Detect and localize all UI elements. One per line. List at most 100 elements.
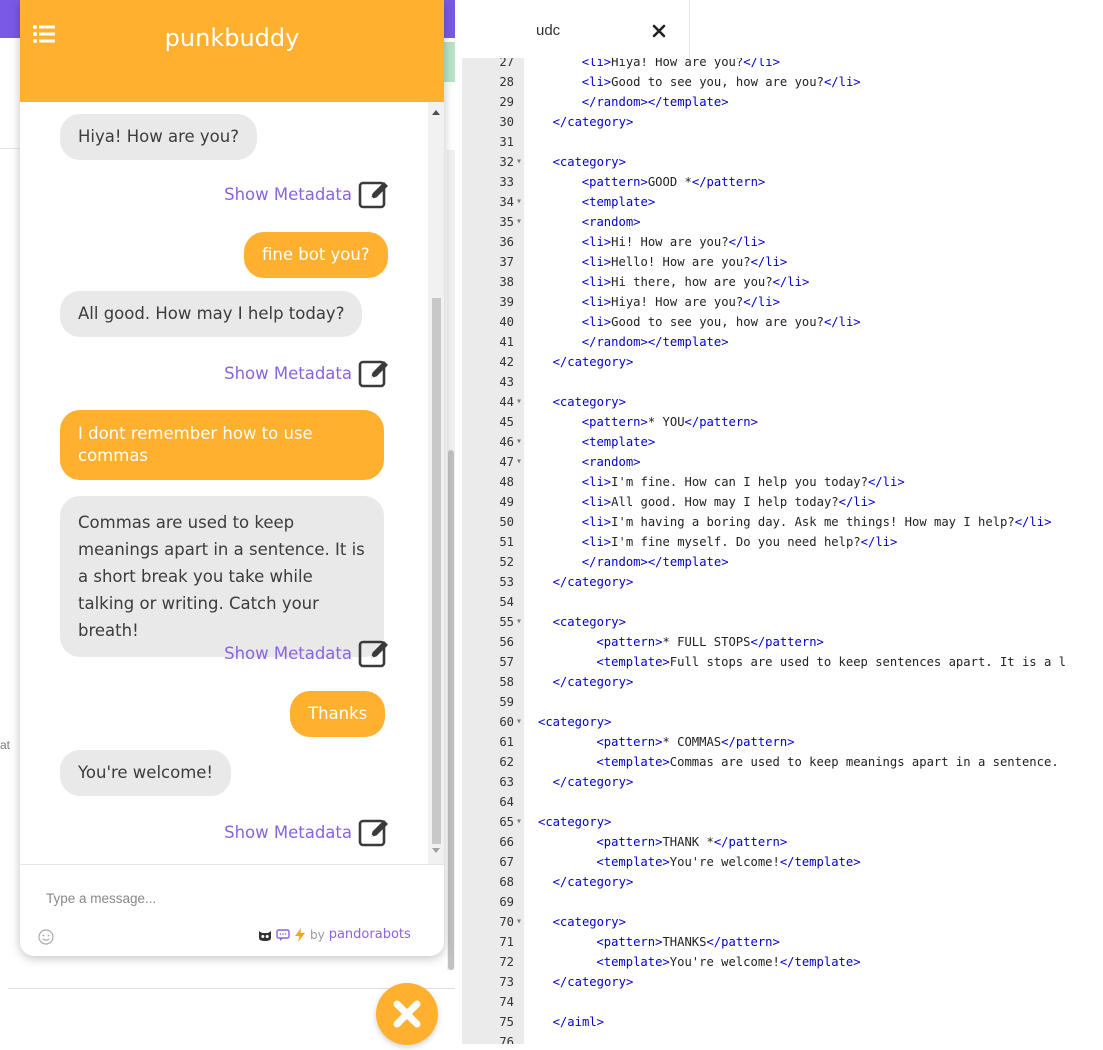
code-line[interactable]: 40 <li>Good to see you, how are you?</li> (462, 312, 1103, 332)
code-line[interactable]: 38 <li>Hi there, how are you?</li> (462, 272, 1103, 292)
editor-tab[interactable]: udc (462, 0, 690, 58)
message-composer: by pandorabots (20, 864, 444, 956)
code-line[interactable]: 65 ▾ <category> (462, 812, 1103, 832)
fold-arrow-icon[interactable]: ▾ (516, 912, 522, 932)
code-line[interactable]: 73 </category> (462, 972, 1103, 992)
fold-arrow-icon[interactable]: ▾ (516, 812, 522, 832)
code-line[interactable]: 32 ▾ <category> (462, 152, 1103, 172)
code-text: </aiml> (552, 1015, 604, 1029)
code-line[interactable]: 35 ▾ <random> (462, 212, 1103, 232)
code-line[interactable]: 72 <template>You're welcome!</template> (462, 952, 1103, 972)
code-line[interactable]: 44 ▾ <category> (462, 392, 1103, 412)
line-number: 74 (499, 995, 514, 1009)
code-text: <li>Hi! How are you?</li> (581, 235, 766, 249)
show-metadata-link[interactable]: Show Metadata (224, 816, 390, 848)
code-text: <pattern>THANK *</pattern> (596, 835, 788, 849)
line-number: 27 (499, 58, 514, 69)
fold-arrow-icon[interactable]: ▾ (516, 612, 522, 632)
message-input[interactable] (46, 887, 416, 909)
close-icon[interactable] (376, 983, 438, 1045)
bot-message: Hiya! How are you? (60, 114, 257, 160)
chat-header: punkbuddy (20, 0, 444, 102)
code-line[interactable]: 28 <li>Good to see you, how are you?</li> (462, 72, 1103, 92)
emoji-icon[interactable] (38, 929, 54, 945)
code-line[interactable]: 67 <template>You're welcome!</template> (462, 852, 1103, 872)
code-line[interactable]: 48 <li>I'm fine. How can I help you today… (462, 472, 1103, 492)
code-line[interactable]: 27 <li>Hiya! How are you?</li> (462, 58, 1103, 72)
code-line[interactable]: 61 <pattern>* COMMAS</pattern> (462, 732, 1103, 752)
code-line[interactable]: 33 <pattern>GOOD *</pattern> (462, 172, 1103, 192)
code-line[interactable]: 55 ▾ <category> (462, 612, 1103, 632)
scroll-down-arrow-icon[interactable] (432, 848, 440, 853)
powered-by[interactable]: by pandorabots (258, 927, 411, 942)
code-line[interactable]: 76 (462, 1032, 1103, 1044)
tab-close-icon[interactable] (652, 24, 666, 38)
line-number: 35 (499, 215, 514, 229)
fold-arrow-icon[interactable]: ▾ (516, 192, 522, 212)
code-line[interactable]: 37 <li>Hello! How are you?</li> (462, 252, 1103, 272)
show-metadata-link[interactable]: Show Metadata (224, 178, 390, 210)
code-line[interactable]: 62 <template>Commas are used to keep mean… (462, 752, 1103, 772)
fold-arrow-icon[interactable]: ▾ (516, 392, 522, 412)
code-line[interactable]: 68 </category> (462, 872, 1103, 892)
edit-icon[interactable] (358, 637, 390, 669)
show-metadata-link[interactable]: Show Metadata (224, 637, 390, 669)
code-line[interactable]: 52 </random></template> (462, 552, 1103, 572)
code-line[interactable]: 59 (462, 692, 1103, 712)
edit-icon[interactable] (358, 816, 390, 848)
code-line[interactable]: 58 </category> (462, 672, 1103, 692)
fold-arrow-icon[interactable]: ▾ (516, 452, 522, 472)
code-line[interactable]: 50 <li>I'm having a boring day. Ask me th… (462, 512, 1103, 532)
background-scrollbar-thumb[interactable] (448, 450, 454, 970)
edit-icon[interactable] (358, 178, 390, 210)
line-number: 58 (499, 675, 514, 689)
code-line[interactable]: 57 <template>Full stops are used to keep … (462, 652, 1103, 672)
code-text: <template> (581, 435, 656, 449)
code-text: </category> (552, 675, 634, 689)
code-line[interactable]: 74 (462, 992, 1103, 1012)
code-line[interactable]: 30 </category> (462, 112, 1103, 132)
line-number: 48 (499, 475, 514, 489)
code-line[interactable]: 43 (462, 372, 1103, 392)
code-line[interactable]: 66 <pattern>THANK *</pattern> (462, 832, 1103, 852)
code-line[interactable]: 39 <li>Hiya! How are you?</li> (462, 292, 1103, 312)
code-line[interactable]: 34 ▾ <template> (462, 192, 1103, 212)
code-line[interactable]: 49 <li>All good. How may I help today?</l… (462, 492, 1103, 512)
code-line[interactable]: 69 (462, 892, 1103, 912)
code-text: <pattern>* COMMAS</pattern> (596, 735, 795, 749)
edit-icon[interactable] (358, 357, 390, 389)
code-line[interactable]: 64 (462, 792, 1103, 812)
code-line[interactable]: 54 (462, 592, 1103, 612)
code-line[interactable]: 51 <li>I'm fine myself. Do you need help?… (462, 532, 1103, 552)
code-line[interactable]: 36 <li>Hi! How are you?</li> (462, 232, 1103, 252)
fold-arrow-icon[interactable]: ▾ (516, 212, 522, 232)
code-line[interactable]: 42 </category> (462, 352, 1103, 372)
code-line[interactable]: 70 ▾ <category> (462, 912, 1103, 932)
fold-arrow-icon[interactable]: ▾ (516, 152, 522, 172)
close-chat-button[interactable] (376, 983, 438, 1045)
code-line[interactable]: 53 </category> (462, 572, 1103, 592)
chat-scrollbar-thumb[interactable] (432, 298, 441, 844)
code-line[interactable]: 46 ▾ <template> (462, 432, 1103, 452)
fold-arrow-icon[interactable]: ▾ (516, 712, 522, 732)
code-text: </random></template> (581, 95, 729, 109)
code-line[interactable]: 71 <pattern>THANKS</pattern> (462, 932, 1103, 952)
code-line[interactable]: 56 <pattern>* FULL STOPS</pattern> (462, 632, 1103, 652)
chat-scrollbar[interactable] (428, 102, 444, 864)
code-line[interactable]: 63 </category> (462, 772, 1103, 792)
show-metadata-link[interactable]: Show Metadata (224, 357, 390, 389)
code-line[interactable]: 31 (462, 132, 1103, 152)
pandorabots-link[interactable]: pandorabots (329, 927, 411, 942)
scroll-up-arrow-icon[interactable] (432, 110, 440, 115)
code-area[interactable]: 27 <li>Hiya! How are you?</li> 28 <li>Good … (462, 58, 1103, 1044)
code-line[interactable]: 41 </random></template> (462, 332, 1103, 352)
code-line[interactable]: 29 </random></template> (462, 92, 1103, 112)
background-scrollbar[interactable] (447, 150, 455, 970)
code-text: <category> (552, 615, 626, 629)
fold-arrow-icon[interactable]: ▾ (516, 432, 522, 452)
code-line[interactable]: 60 ▾ <category> (462, 712, 1103, 732)
code-line[interactable]: 45 <pattern>* YOU</pattern> (462, 412, 1103, 432)
code-line[interactable]: 47 ▾ <random> (462, 452, 1103, 472)
code-line[interactable]: 75 </aiml> (462, 1012, 1103, 1032)
line-number: 68 (499, 875, 514, 889)
